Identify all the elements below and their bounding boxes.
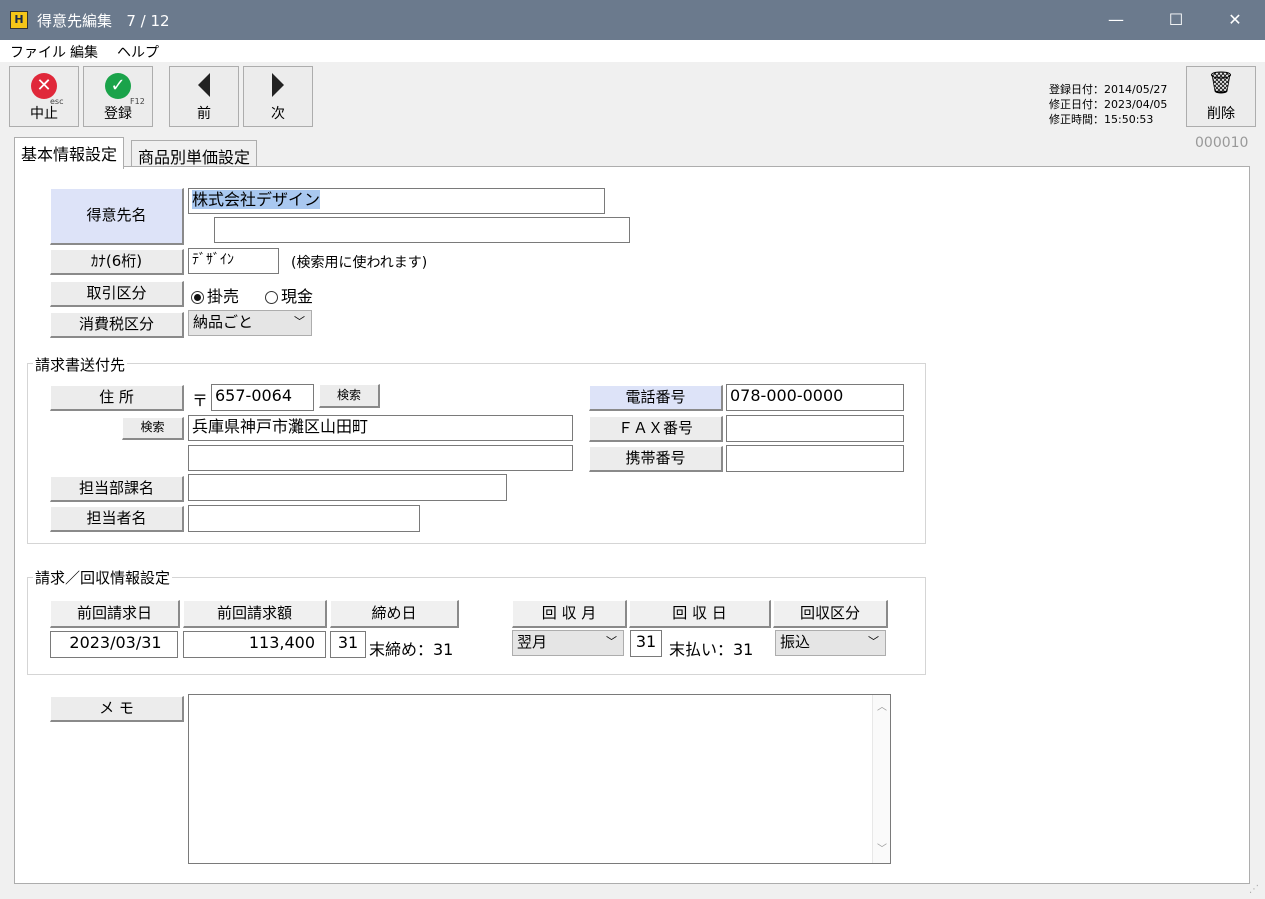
menu-edit[interactable]: 編集 <box>70 42 98 62</box>
col-collection-month: 回 収 月 <box>512 600 627 628</box>
closing-day-input[interactable]: 31 <box>330 631 366 658</box>
register-button[interactable]: ✓ F12 登録 <box>83 66 153 127</box>
memo-scrollbar[interactable]: ︿ ﹀ <box>872 695 890 863</box>
tax-type-label: 消費税区分 <box>50 312 184 338</box>
contact-person-input[interactable] <box>188 505 420 532</box>
col-prev-billing-date: 前回請求日 <box>50 600 180 628</box>
chevron-down-icon: ﹀ <box>868 635 879 648</box>
title-bar: H 得意先編集 7 / 12 — ☐ ✕ <box>0 0 1265 40</box>
collection-type-value: 振込 <box>780 633 811 651</box>
prev-button[interactable]: 前 <box>169 66 239 127</box>
next-label: 次 <box>271 106 285 122</box>
next-button[interactable]: 次 <box>243 66 313 127</box>
contact-person-label: 担当者名 <box>50 506 184 532</box>
fax-input[interactable] <box>726 415 904 442</box>
chevron-down-icon: ﹀ <box>606 635 617 648</box>
menu-bar: ファイル 編集 ヘルプ <box>0 40 1265 62</box>
modified-date: 修正日付：2023/04/05 <box>1049 98 1168 111</box>
phone-input[interactable]: 078-000-0000 <box>726 384 904 411</box>
collection-month-select[interactable]: 翌月 ﹀ <box>512 630 624 656</box>
department-input[interactable] <box>188 474 507 501</box>
register-label: 登録 <box>104 106 132 122</box>
customer-name2-input[interactable] <box>214 217 630 243</box>
address2-input[interactable] <box>188 445 573 471</box>
col-closing-day: 締め日 <box>330 600 459 628</box>
phone-label: 電話番号 <box>589 385 723 411</box>
radio-credit-indicator <box>191 291 204 304</box>
radio-cash-label: 現金 <box>281 287 314 306</box>
customer-name-value: 株式会社デザイン <box>192 190 321 209</box>
menu-file[interactable]: ファイル <box>10 42 66 62</box>
fax-label: ＦＡＸ番号 <box>589 416 723 442</box>
collection-day-input[interactable]: 31 <box>630 630 662 657</box>
postal-mark: 〒 <box>192 391 209 410</box>
radio-cash[interactable]: 現金 <box>265 283 313 307</box>
scroll-up-icon[interactable]: ︿ <box>877 697 887 719</box>
address-search-button[interactable]: 検索 <box>122 417 184 440</box>
mobile-label: 携帯番号 <box>589 446 723 472</box>
kana-note: (検索用に使われます) <box>291 255 428 271</box>
prev-label: 前 <box>197 106 211 122</box>
minimize-icon[interactable]: — <box>1086 0 1146 40</box>
memo-textarea[interactable]: ︿ ﹀ <box>188 694 891 864</box>
postal-search-button[interactable]: 検索 <box>319 384 380 408</box>
collection-day-note: 末払い：31 <box>669 640 754 659</box>
window-title-text: 得意先編集 <box>37 12 113 30</box>
close-icon[interactable]: ✕ <box>1205 0 1265 40</box>
tab-panel: 得意先名 株式会社デザイン ｶﾅ(6桁) ﾃﾞｻﾞｲﾝ (検索用に使われます) … <box>14 166 1250 884</box>
col-collection-day: 回 収 日 <box>629 600 771 628</box>
modified-time: 修正時間：15:50:53 <box>1049 113 1154 126</box>
col-prev-billing-amount: 前回請求額 <box>183 600 327 628</box>
radio-credit-label: 掛売 <box>207 287 240 306</box>
radio-credit[interactable]: 掛売 <box>191 283 239 307</box>
radio-cash-indicator <box>265 291 278 304</box>
transaction-type-label: 取引区分 <box>50 281 184 307</box>
cancel-button[interactable]: ✕ esc 中止 <box>9 66 79 127</box>
kana-input[interactable]: ﾃﾞｻﾞｲﾝ <box>188 248 279 274</box>
collection-type-select[interactable]: 振込 ﹀ <box>775 630 886 656</box>
col-collection-type: 回収区分 <box>773 600 888 628</box>
tax-type-select[interactable]: 納品ごと ﹀ <box>188 310 312 336</box>
record-info: 登録日付：2014/05/27 修正日付：2023/04/05 修正時間：15:… <box>1049 82 1167 127</box>
address1-input[interactable]: 兵庫県神戸市灘区山田町 <box>188 415 573 441</box>
scroll-down-icon[interactable]: ﹀ <box>877 839 887 861</box>
maximize-icon[interactable]: ☐ <box>1146 0 1206 40</box>
customer-name-input[interactable]: 株式会社デザイン <box>188 188 605 214</box>
arrow-right-icon <box>272 73 284 97</box>
delete-label: 削除 <box>1207 106 1235 122</box>
kana-label: ｶﾅ(6桁) <box>50 249 184 275</box>
window-title: 得意先編集 7 / 12 <box>37 10 170 31</box>
prev-billing-date[interactable]: 2023/03/31 <box>50 631 178 658</box>
app-icon: H <box>10 11 28 29</box>
department-label: 担当部課名 <box>50 476 184 502</box>
arrow-left-icon <box>198 73 210 97</box>
trash-icon: 🗑 <box>1207 71 1235 96</box>
invoice-group-title: 請求書送付先 <box>33 354 128 375</box>
created-date: 登録日付：2014/05/27 <box>1049 83 1168 96</box>
closing-day-note: 末締め：31 <box>369 640 454 659</box>
check-icon: ✓ <box>105 73 131 99</box>
menu-help[interactable]: ヘルプ <box>117 42 159 62</box>
memo-label: メ モ <box>50 696 184 722</box>
address-label: 住 所 <box>50 385 184 411</box>
tab-basic-info[interactable]: 基本情報設定 <box>14 137 125 169</box>
cancel-label: 中止 <box>30 106 58 122</box>
mobile-input[interactable] <box>726 445 904 472</box>
delete-button[interactable]: 🗑 削除 <box>1186 66 1256 127</box>
record-position: 7 / 12 <box>126 12 170 30</box>
cancel-icon: ✕ <box>31 73 57 99</box>
collection-month-value: 翌月 <box>517 633 548 651</box>
chevron-down-icon: ﹀ <box>294 315 305 328</box>
customer-name-label: 得意先名 <box>50 188 184 245</box>
record-number: 000010 <box>1195 135 1249 151</box>
tab-product-price[interactable]: 商品別単価設定 <box>131 140 258 167</box>
postal-code-input[interactable]: 657-0064 <box>211 384 314 411</box>
tax-type-value: 納品ごと <box>193 313 254 331</box>
billing-group-title: 請求／回収情報設定 <box>33 567 173 588</box>
prev-billing-amount[interactable]: 113,400 <box>183 631 326 658</box>
resize-grip-icon[interactable]: ⋰ <box>1249 884 1263 897</box>
